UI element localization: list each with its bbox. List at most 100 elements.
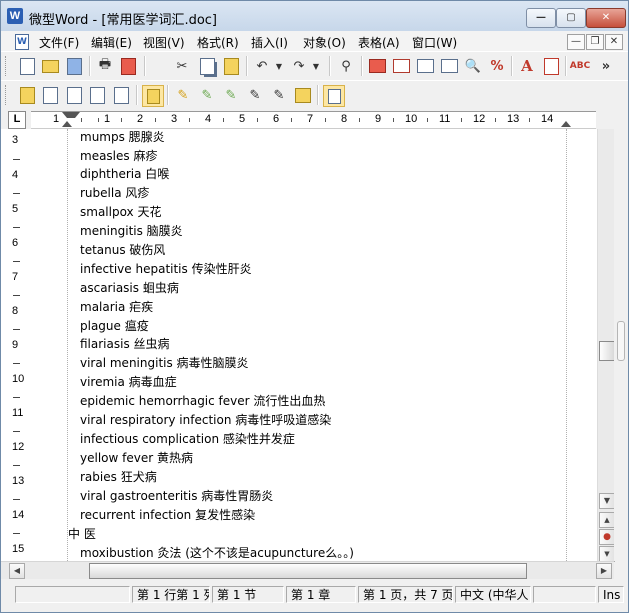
line-number-gutter: 3 4 5 6 7 8 9 10 11 12 13 14 15	[1, 129, 31, 561]
ruler-tick	[81, 118, 82, 122]
mdi-restore-button[interactable]: ❐	[586, 34, 604, 50]
copy-2-icon[interactable]	[87, 85, 107, 105]
delete-icon[interactable]	[64, 85, 84, 105]
zoom-percent-icon[interactable]: %	[487, 56, 507, 76]
minimize-button[interactable]: —	[526, 8, 556, 28]
track-changes-icon[interactable]	[323, 85, 345, 107]
scroll-down-icon[interactable]: ▼	[599, 493, 615, 509]
document-line: infectious complication 感染性并发症	[80, 432, 295, 446]
toolbar-grip[interactable]	[5, 85, 9, 105]
style-icon[interactable]	[541, 56, 561, 76]
word-app-icon[interactable]: W	[7, 8, 23, 24]
document-line: diphtheria 白喉	[80, 167, 170, 181]
menu-insert[interactable]: 插入(I)	[251, 34, 288, 51]
ruler-tick	[223, 118, 224, 122]
panel-splitter-handle[interactable]	[617, 321, 625, 361]
document-line: recurrent infection 复发性感染	[80, 508, 256, 522]
highlight-3-icon[interactable]: ✎	[221, 85, 241, 105]
left-indent-marker[interactable]	[62, 121, 72, 127]
edit-icon[interactable]	[17, 85, 37, 105]
vertical-scroll-thumb[interactable]	[599, 341, 615, 361]
cut-icon[interactable]: ✂	[172, 56, 192, 76]
zoom-icon[interactable]: 🔍	[463, 56, 483, 76]
line-number-dash	[13, 261, 20, 262]
horizontal-scroll-thumb[interactable]	[89, 563, 527, 579]
ruler-tick	[495, 118, 496, 122]
mdi-minimize-button[interactable]: —	[567, 34, 585, 50]
document-line: rubella 风疹	[80, 186, 150, 200]
horizontal-ruler[interactable]: 1 1 2 3 4 5 6 7 8 9 10 11 12 13 14	[31, 111, 596, 129]
menu-file[interactable]: 文件(F)	[39, 34, 79, 51]
toolbar-grip[interactable]	[5, 56, 9, 76]
menu-table[interactable]: 表格(A)	[358, 34, 400, 51]
highlight-2-icon[interactable]: ✎	[197, 85, 217, 105]
highlight-5-icon[interactable]: ✎	[269, 85, 289, 105]
close-button[interactable]: ✕	[586, 8, 626, 28]
document-line: plague 瘟疫	[80, 319, 149, 333]
redo-dropdown-icon[interactable]: ▼	[306, 56, 326, 76]
scroll-right-icon[interactable]: ▶	[596, 563, 612, 579]
menu-window[interactable]: 窗口(W)	[412, 34, 457, 51]
document-line: tetanus 破伤风	[80, 243, 166, 257]
new-document-icon[interactable]	[17, 56, 37, 76]
ruler-tick	[98, 118, 99, 122]
highlight-4-icon[interactable]: ✎	[245, 85, 265, 105]
document-line: filariasis 丝虫病	[80, 337, 170, 351]
menu-format[interactable]: 格式(R)	[197, 34, 239, 51]
line-number: 14	[12, 509, 25, 521]
more-icon[interactable]: »	[596, 56, 616, 76]
text-color-icon[interactable]: A	[517, 56, 537, 76]
menu-bar: W 文件(F) 编辑(E) 视图(V) 格式(R) 插入(I) 对象(O) 表格…	[1, 31, 628, 51]
edit-2-icon[interactable]	[40, 85, 60, 105]
menu-view[interactable]: 视图(V)	[143, 34, 185, 51]
document-line: malaria 疟疾	[80, 300, 154, 314]
next-page-icon[interactable]: ▼	[599, 546, 615, 562]
menu-edit[interactable]: 编辑(E)	[91, 34, 132, 51]
column-icon[interactable]	[439, 56, 459, 76]
ruler-tick	[291, 118, 292, 122]
toolbar-separator	[246, 56, 248, 76]
vertical-scrollbar[interactable]: ▼ ▲ ● ▼	[597, 129, 615, 562]
ruler-number: 5	[239, 113, 246, 125]
spell-check-icon[interactable]: ABC	[570, 56, 590, 76]
comment-icon[interactable]	[293, 85, 313, 105]
document-line: infective hepatitis 传染性肝炎	[80, 262, 252, 276]
first-indent-marker[interactable]	[62, 112, 80, 118]
ruler-number: 10	[405, 113, 418, 125]
print-icon[interactable]: 🖶	[95, 56, 115, 76]
open-folder-icon[interactable]	[40, 56, 60, 76]
maximize-button[interactable]: ▢	[556, 8, 586, 28]
paste-2-icon[interactable]	[111, 85, 131, 105]
tab-stop-selector[interactable]: L	[8, 111, 26, 129]
outline-icon[interactable]	[415, 56, 435, 76]
paste-icon[interactable]	[221, 56, 241, 76]
ruler-number: 6	[273, 113, 280, 125]
browse-object-icon[interactable]: ●	[599, 529, 615, 545]
document-page[interactable]: 3 4 5 6 7 8 9 10 11 12 13 14 15 mumps 腮腺…	[1, 129, 597, 561]
highlight-1-icon[interactable]: ✎	[173, 85, 193, 105]
ruler-number: 4	[205, 113, 212, 125]
ruler-number: 11	[439, 113, 451, 125]
document-line: mumps 腮腺炎	[80, 130, 165, 144]
view-icon[interactable]	[391, 56, 411, 76]
undo-dropdown-icon[interactable]: ▼	[269, 56, 289, 76]
copy-icon[interactable]	[197, 56, 217, 76]
right-indent-marker[interactable]	[561, 121, 571, 127]
page-layout-icon[interactable]	[367, 56, 387, 76]
status-position: 第 1 行第 1 列	[132, 586, 210, 603]
toolbar-separator	[329, 56, 331, 76]
pdf-icon[interactable]	[118, 56, 138, 76]
menu-object[interactable]: 对象(O)	[303, 34, 346, 51]
document-icon[interactable]: W	[15, 34, 29, 50]
status-section: 第 1 节	[212, 586, 284, 603]
document-line: viral meningitis 病毒性脑膜炎	[80, 356, 249, 370]
mdi-close-button[interactable]: ✕	[605, 34, 623, 50]
scroll-left-icon[interactable]: ◀	[9, 563, 25, 579]
line-number: 7	[12, 271, 19, 283]
find-icon[interactable]: ⚲	[336, 56, 356, 76]
horizontal-scrollbar[interactable]: ◀ ▶	[1, 561, 614, 579]
previous-page-icon[interactable]: ▲	[599, 512, 615, 528]
save-icon[interactable]	[64, 56, 84, 76]
clipboard-icon[interactable]	[142, 85, 164, 107]
ruler-number: 12	[473, 113, 486, 125]
